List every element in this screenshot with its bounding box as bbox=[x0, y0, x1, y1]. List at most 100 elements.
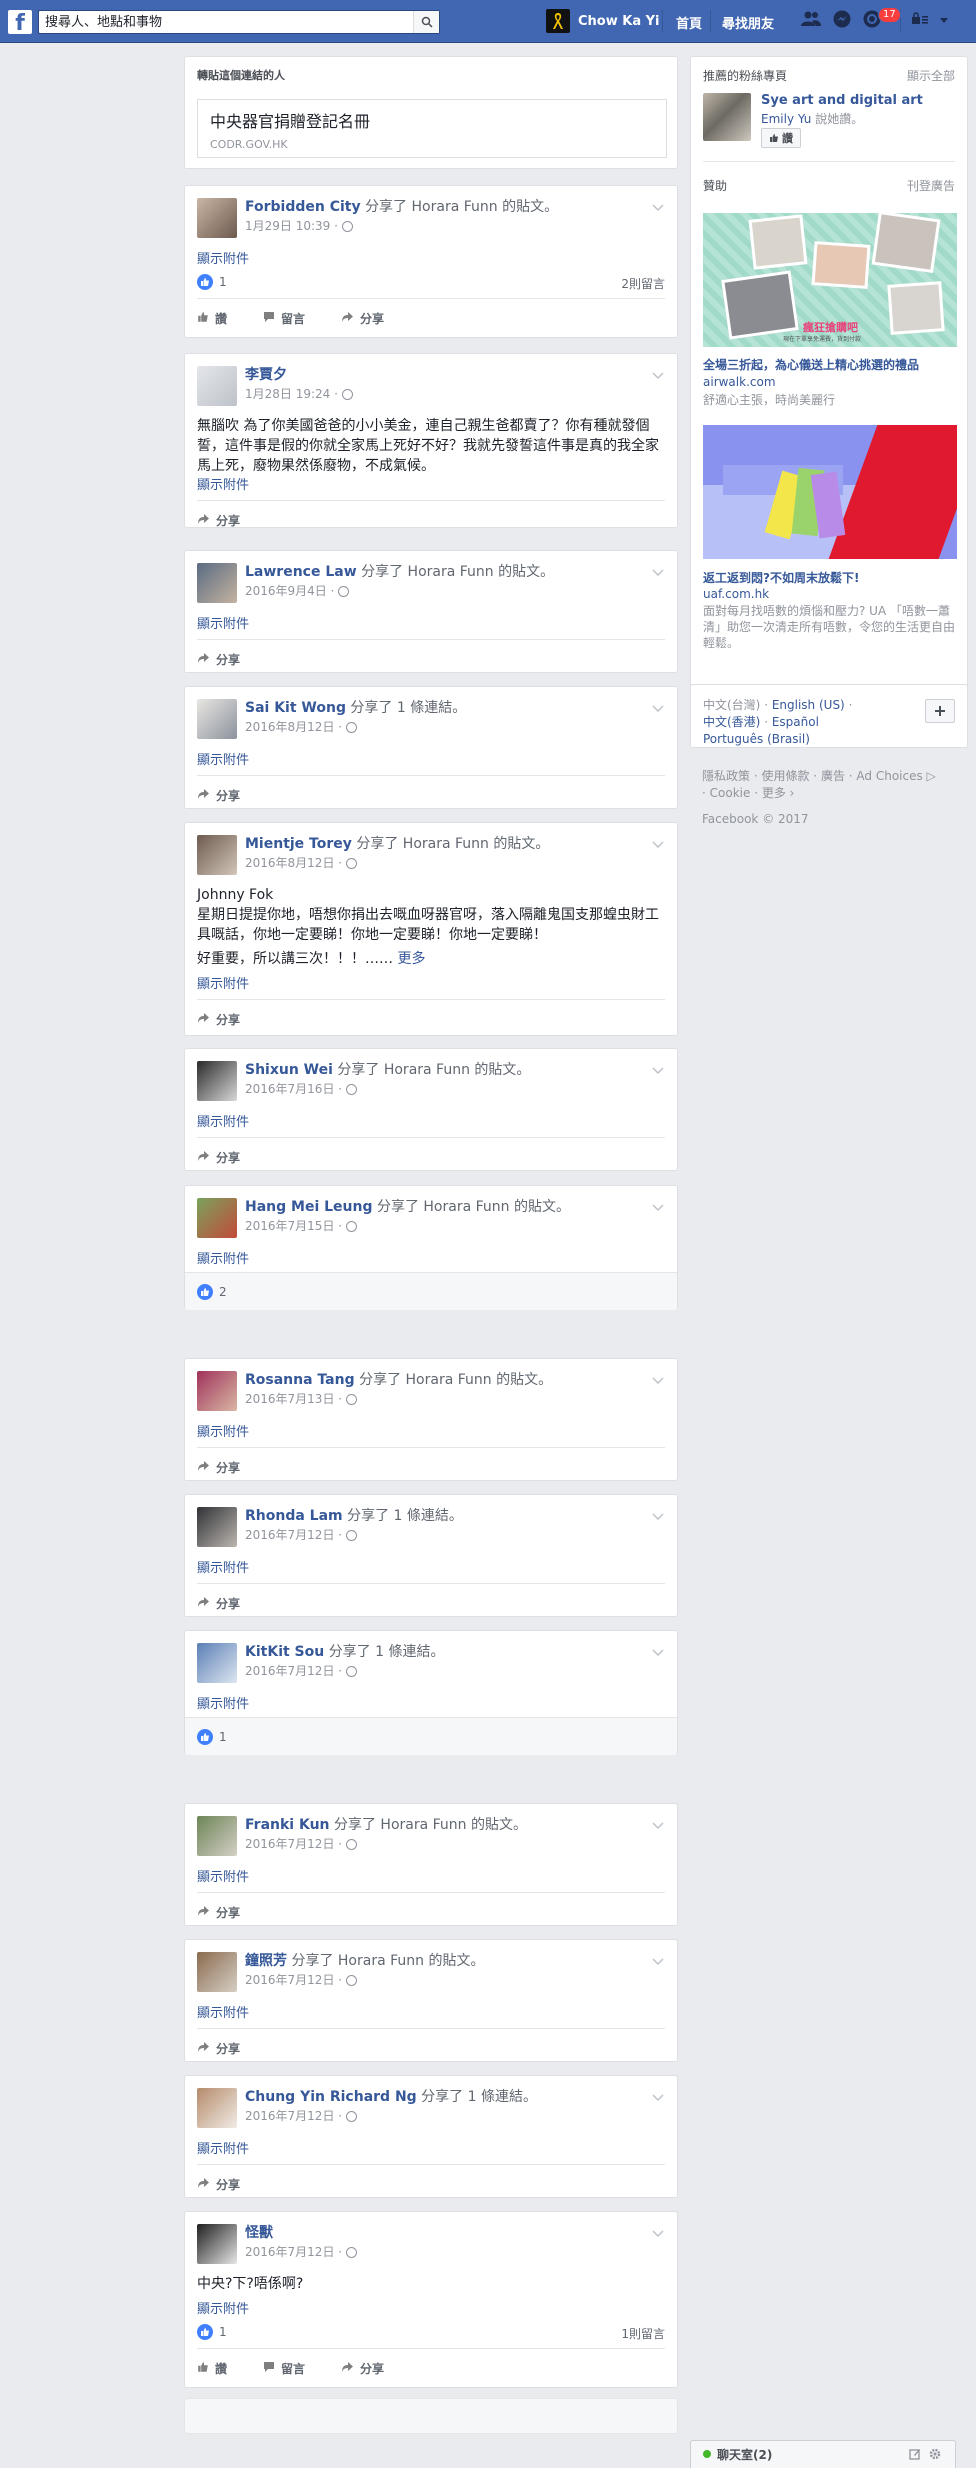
shared-type-link[interactable]: 貼文。 bbox=[516, 199, 558, 215]
ad-airwalk-title[interactable]: 全場三折起，為心儀送上精心挑選的禮品 bbox=[703, 357, 959, 373]
chevron-down-icon[interactable] bbox=[651, 1820, 665, 1830]
create-ad-link[interactable]: 刊登廣告 bbox=[907, 177, 955, 194]
friend-name[interactable]: Emily Yu bbox=[761, 112, 811, 126]
page-avatar[interactable] bbox=[703, 93, 751, 141]
shared-target-link[interactable]: Horara Funn bbox=[380, 1817, 466, 1833]
show-attachment-link[interactable]: 顯示附件 bbox=[197, 1111, 249, 1130]
comment-count[interactable]: 2則留言 bbox=[621, 275, 665, 292]
show-attachment-link[interactable]: 顯示附件 bbox=[197, 1866, 249, 1885]
footer-more[interactable]: 更多 bbox=[762, 786, 786, 800]
chat-bar[interactable]: 聊天室(2) bbox=[690, 2440, 956, 2468]
post-author[interactable]: Mientje Torey bbox=[245, 836, 352, 852]
post-author[interactable]: Rhonda Lam bbox=[245, 1508, 343, 1524]
post-author[interactable]: Franki Kun bbox=[245, 1817, 330, 1833]
ad-uaf-title[interactable]: 返工返到悶?不如周末放鬆下! bbox=[703, 569, 959, 586]
footer-privacy[interactable]: 隱私政策 bbox=[702, 769, 750, 783]
lang-en[interactable]: English (US) bbox=[772, 698, 845, 712]
chevron-down-icon[interactable] bbox=[651, 1375, 665, 1385]
shared-target-link[interactable]: Horara Funn bbox=[384, 1062, 470, 1078]
profile-link[interactable]: Chow Ka Yi bbox=[546, 8, 660, 34]
shared-type-link[interactable]: 貼文。 bbox=[442, 1953, 484, 1969]
avatar[interactable] bbox=[197, 1061, 237, 1101]
post-timestamp[interactable]: 2016年7月12日 · bbox=[245, 2243, 342, 2261]
show-attachment-link[interactable]: 顯示附件 bbox=[197, 2138, 249, 2157]
comment-button[interactable]: 留言 bbox=[263, 310, 305, 327]
shared-target-link[interactable]: Horara Funn bbox=[403, 836, 489, 852]
post-author[interactable]: Shixun Wei bbox=[245, 1062, 333, 1078]
share-button[interactable]: 分享 bbox=[197, 512, 240, 529]
shared-type-link[interactable]: 連結。 bbox=[495, 2089, 537, 2105]
see-all-link[interactable]: 顯示全部 bbox=[907, 67, 955, 84]
lang-pt[interactable]: Português (Brasil) bbox=[703, 732, 810, 746]
shared-type-link[interactable]: 貼文。 bbox=[512, 564, 554, 580]
compose-icon[interactable] bbox=[909, 2448, 921, 2460]
post-timestamp[interactable]: 1月28日 19:24 · bbox=[245, 385, 338, 403]
lang-es[interactable]: Español bbox=[772, 715, 819, 729]
post-author[interactable]: Rosanna Tang bbox=[245, 1372, 355, 1388]
page-like-button[interactable]: 讚 bbox=[761, 128, 801, 148]
avatar[interactable] bbox=[197, 1198, 237, 1238]
nav-home[interactable]: 首頁 bbox=[676, 13, 702, 32]
comment-button[interactable]: 留言 bbox=[263, 2360, 305, 2377]
avatar[interactable] bbox=[197, 835, 237, 875]
avatar[interactable] bbox=[197, 563, 237, 603]
chevron-down-icon[interactable] bbox=[651, 703, 665, 713]
see-more-link[interactable]: 更多 bbox=[397, 951, 425, 967]
share-button[interactable]: 分享 bbox=[197, 1011, 240, 1028]
share-button[interactable]: 分享 bbox=[197, 1595, 240, 1612]
post-author[interactable]: 怪獸 bbox=[245, 2225, 273, 2241]
search-button[interactable] bbox=[413, 11, 439, 33]
chevron-down-icon[interactable] bbox=[651, 1956, 665, 1966]
show-attachment-link[interactable]: 顯示附件 bbox=[197, 1248, 249, 1267]
post-timestamp[interactable]: 2016年7月12日 · bbox=[245, 1662, 342, 1680]
shared-type-link[interactable]: 貼文。 bbox=[488, 1062, 530, 1078]
post-author[interactable]: 李賈夕 bbox=[245, 367, 287, 383]
avatar[interactable] bbox=[197, 1643, 237, 1683]
show-attachment-link[interactable]: 顯示附件 bbox=[197, 613, 249, 632]
chevron-down-icon[interactable] bbox=[651, 1202, 665, 1212]
search-input[interactable] bbox=[39, 11, 399, 33]
ad-uaf-image[interactable] bbox=[703, 425, 957, 559]
ad-uaf-domain[interactable]: uaf.com.hk bbox=[703, 587, 769, 601]
shared-type-link[interactable]: 貼文。 bbox=[510, 1372, 552, 1388]
share-button[interactable]: 分享 bbox=[197, 1459, 240, 1476]
shared-type-link[interactable]: 貼文。 bbox=[485, 1817, 527, 1833]
post-author[interactable]: Sai Kit Wong bbox=[245, 700, 346, 716]
friends-icon[interactable] bbox=[800, 10, 822, 32]
notifications-icon[interactable]: 17 bbox=[862, 7, 901, 33]
post-timestamp[interactable]: 1月29日 10:39 · bbox=[245, 217, 338, 235]
show-attachment-link[interactable]: 顯示附件 bbox=[197, 973, 249, 992]
footer-ads[interactable]: 廣告 bbox=[821, 769, 845, 783]
avatar[interactable] bbox=[197, 2088, 237, 2128]
chevron-down-icon[interactable] bbox=[651, 567, 665, 577]
avatar[interactable] bbox=[197, 2224, 237, 2264]
chevron-down-icon[interactable] bbox=[651, 839, 665, 849]
share-button[interactable]: 分享 bbox=[341, 2360, 384, 2377]
footer-terms[interactable]: 使用條款 bbox=[761, 769, 809, 783]
share-button[interactable]: 分享 bbox=[197, 651, 240, 668]
show-attachment-link[interactable]: 顯示附件 bbox=[197, 2002, 249, 2021]
post-timestamp[interactable]: 2016年7月12日 · bbox=[245, 1971, 342, 1989]
post-timestamp[interactable]: 2016年9月4日 · bbox=[245, 582, 334, 600]
shared-type-link[interactable]: 連結。 bbox=[403, 1644, 445, 1660]
footer-adchoices[interactable]: Ad Choices bbox=[856, 769, 922, 783]
footer-cookie[interactable]: Cookie bbox=[710, 786, 751, 800]
comment-count[interactable]: 1則留言 bbox=[621, 2325, 665, 2342]
avatar[interactable] bbox=[197, 1816, 237, 1856]
chevron-down-icon[interactable] bbox=[651, 1065, 665, 1075]
shared-type-link[interactable]: 連結。 bbox=[424, 700, 466, 716]
post-timestamp[interactable]: 2016年7月12日 · bbox=[245, 1526, 342, 1544]
link-preview[interactable]: 中央器官捐贈登記名冊 CODR.GOV.HK bbox=[197, 99, 667, 158]
share-button[interactable]: 分享 bbox=[197, 787, 240, 804]
post-timestamp[interactable]: 2016年7月12日 · bbox=[245, 2107, 342, 2125]
shared-target-link[interactable]: Horara Funn bbox=[423, 1199, 509, 1215]
avatar[interactable] bbox=[197, 1952, 237, 1992]
avatar[interactable] bbox=[197, 699, 237, 739]
avatar[interactable] bbox=[197, 1371, 237, 1411]
gear-icon[interactable] bbox=[929, 2448, 941, 2460]
post-timestamp[interactable]: 2016年7月15日 · bbox=[245, 1217, 342, 1235]
post-timestamp[interactable]: 2016年7月13日 · bbox=[245, 1390, 342, 1408]
reaction-summary[interactable]: 1 bbox=[197, 2324, 227, 2340]
reaction-summary[interactable]: 2 bbox=[185, 1272, 677, 1310]
post-author[interactable]: Lawrence Law bbox=[245, 564, 357, 580]
